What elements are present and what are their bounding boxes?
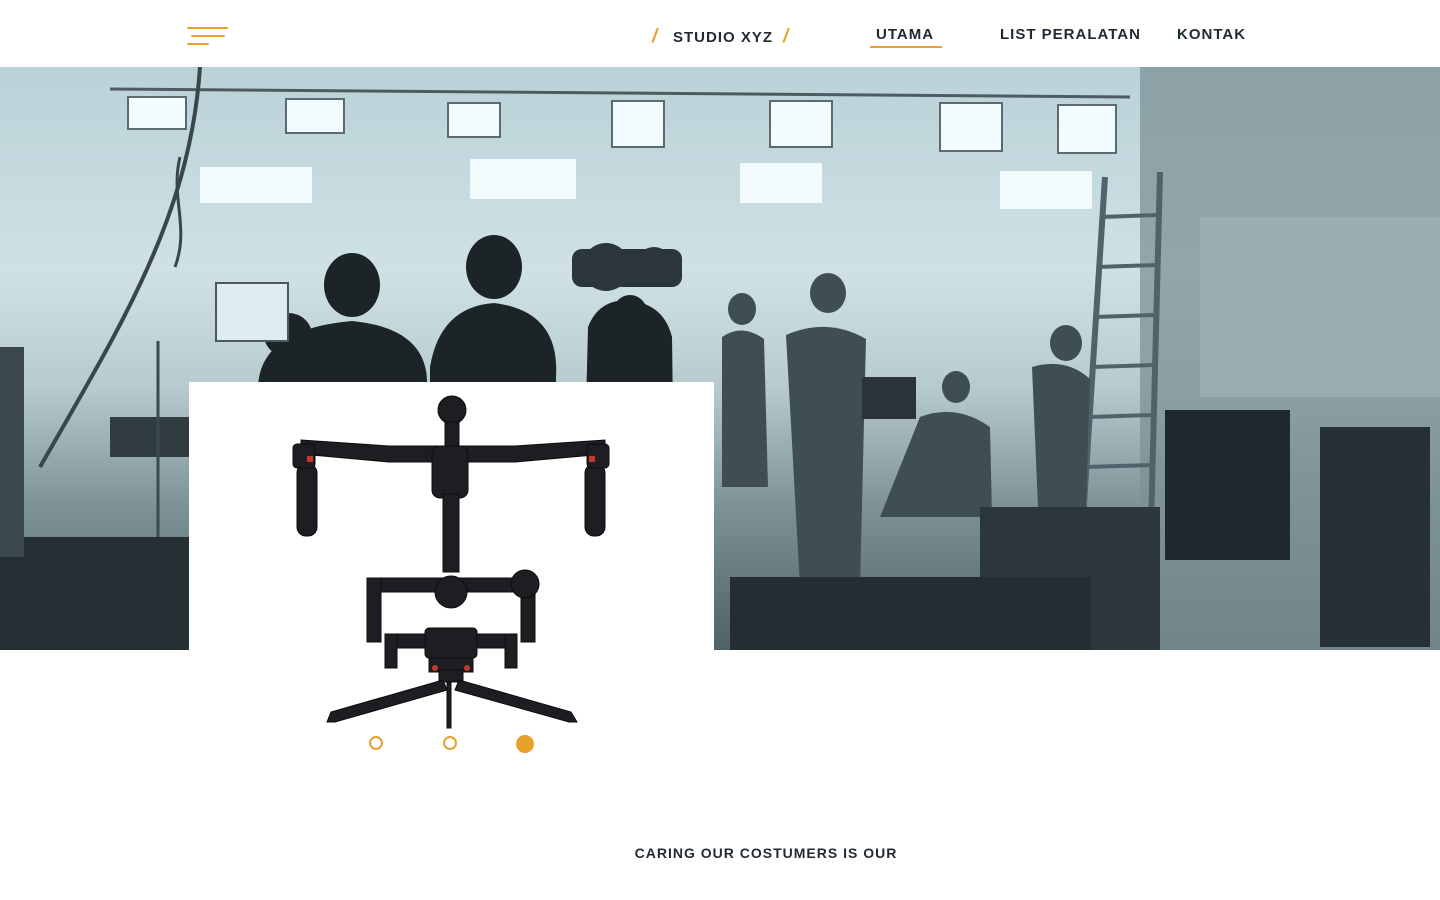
tagline: CARING OUR COSTUMERS IS OUR: [634, 845, 898, 861]
carousel-dot-3[interactable]: [516, 735, 534, 753]
hamburger-menu-icon[interactable]: [187, 27, 229, 49]
brand-slash-left: /: [652, 26, 658, 47]
site-header: / STUDIO XYZ / UTAMA LIST PERALATAN KONT…: [0, 0, 1440, 67]
carousel-dot-2[interactable]: [443, 736, 457, 750]
nav-item-utama[interactable]: UTAMA: [869, 26, 943, 48]
product-card: [189, 382, 714, 775]
brand-logo[interactable]: / STUDIO XYZ /: [652, 26, 795, 47]
brand-name: STUDIO XYZ: [673, 28, 774, 46]
camera-gimbal-stabilizer: [292, 395, 610, 729]
nav-item-list-peralatan[interactable]: LIST PERALATAN: [1000, 26, 1141, 43]
carousel-dot-1[interactable]: [369, 736, 383, 750]
carousel-dots: [369, 735, 539, 754]
nav-item-kontak[interactable]: KONTAK: [1177, 26, 1246, 43]
brand-slash-right: /: [783, 26, 789, 47]
